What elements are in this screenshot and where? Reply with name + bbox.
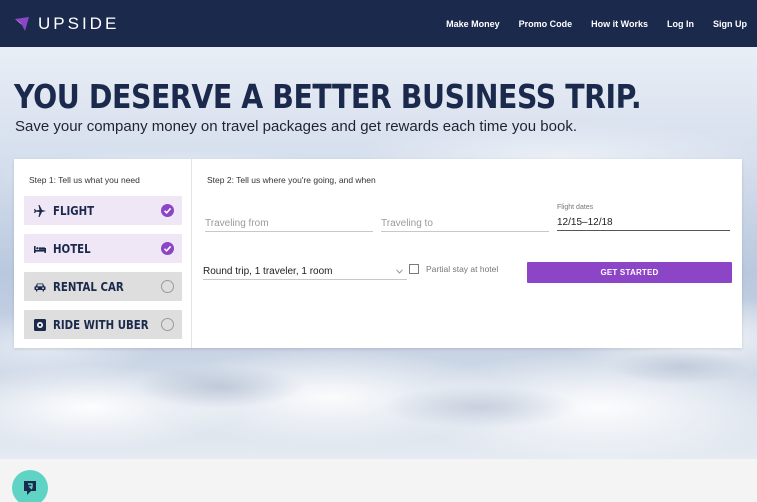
- radio-icon: [161, 280, 174, 293]
- bed-icon: [33, 242, 47, 256]
- step2-label: Step 2: Tell us where you're going, and …: [207, 175, 376, 185]
- traveling-from-input[interactable]: Traveling from: [205, 214, 373, 232]
- get-started-button[interactable]: GET STARTED: [527, 262, 732, 283]
- option-uber[interactable]: RIDE WITH UBER: [24, 310, 182, 339]
- upside-logo[interactable]: UPSIDE: [14, 14, 119, 34]
- booking-panel: Step 1: Tell us what you need FLIGHT HOT…: [14, 159, 742, 348]
- hero-headline: YOU DESERVE A BETTER BUSINESS TRIP.: [14, 77, 642, 116]
- main-nav: Make Money Promo Code How it Works Log I…: [427, 0, 747, 47]
- trip-options-select[interactable]: Round trip, 1 traveler, 1 room: [203, 262, 407, 280]
- traveling-to-input[interactable]: Traveling to: [381, 214, 549, 232]
- option-rental-car-label: RENTAL CAR: [53, 279, 124, 294]
- flight-dates-label: Flight dates: [557, 204, 594, 211]
- checkmark-icon: [161, 242, 174, 255]
- option-uber-label: RIDE WITH UBER: [53, 317, 149, 332]
- nav-promo-code[interactable]: Promo Code: [519, 19, 573, 29]
- uber-icon: [33, 318, 47, 332]
- service-selector: Step 1: Tell us what you need FLIGHT HOT…: [14, 159, 192, 348]
- traveling-to-placeholder: Traveling to: [381, 218, 433, 229]
- nav-sign-up[interactable]: Sign Up: [713, 19, 747, 29]
- hero-subhead: Save your company money on travel packag…: [15, 118, 577, 135]
- option-flight-label: FLIGHT: [53, 203, 95, 218]
- car-icon: [33, 280, 47, 294]
- flight-dates-value: 12/15–12/18: [557, 217, 613, 228]
- top-navigation-bar: UPSIDE Make Money Promo Code How it Work…: [0, 0, 757, 47]
- option-hotel-label: HOTEL: [53, 241, 91, 256]
- option-flight[interactable]: FLIGHT: [24, 196, 182, 225]
- chevron-down-icon: [396, 269, 403, 274]
- chat-icon[interactable]: [12, 470, 48, 502]
- airplane-icon: [33, 204, 47, 218]
- upside-logo-icon: [15, 17, 29, 31]
- trip-options-value: Round trip, 1 traveler, 1 room: [203, 266, 333, 277]
- partial-stay-label: Partial stay at hotel: [426, 264, 499, 274]
- option-hotel[interactable]: HOTEL: [24, 234, 182, 263]
- nav-make-money[interactable]: Make Money: [446, 19, 500, 29]
- step1-label: Step 1: Tell us what you need: [29, 175, 140, 185]
- nav-how-it-works[interactable]: How it Works: [591, 19, 648, 29]
- nav-log-in[interactable]: Log In: [667, 19, 694, 29]
- flight-dates-input[interactable]: 12/15–12/18: [557, 213, 730, 231]
- brand-name: UPSIDE: [38, 14, 120, 33]
- radio-icon: [161, 318, 174, 331]
- option-rental-car[interactable]: RENTAL CAR: [24, 272, 182, 301]
- traveling-from-placeholder: Traveling from: [205, 218, 269, 229]
- partial-stay-checkbox[interactable]: [409, 264, 419, 274]
- page-footer-area: [0, 459, 757, 502]
- checkmark-icon: [161, 204, 174, 217]
